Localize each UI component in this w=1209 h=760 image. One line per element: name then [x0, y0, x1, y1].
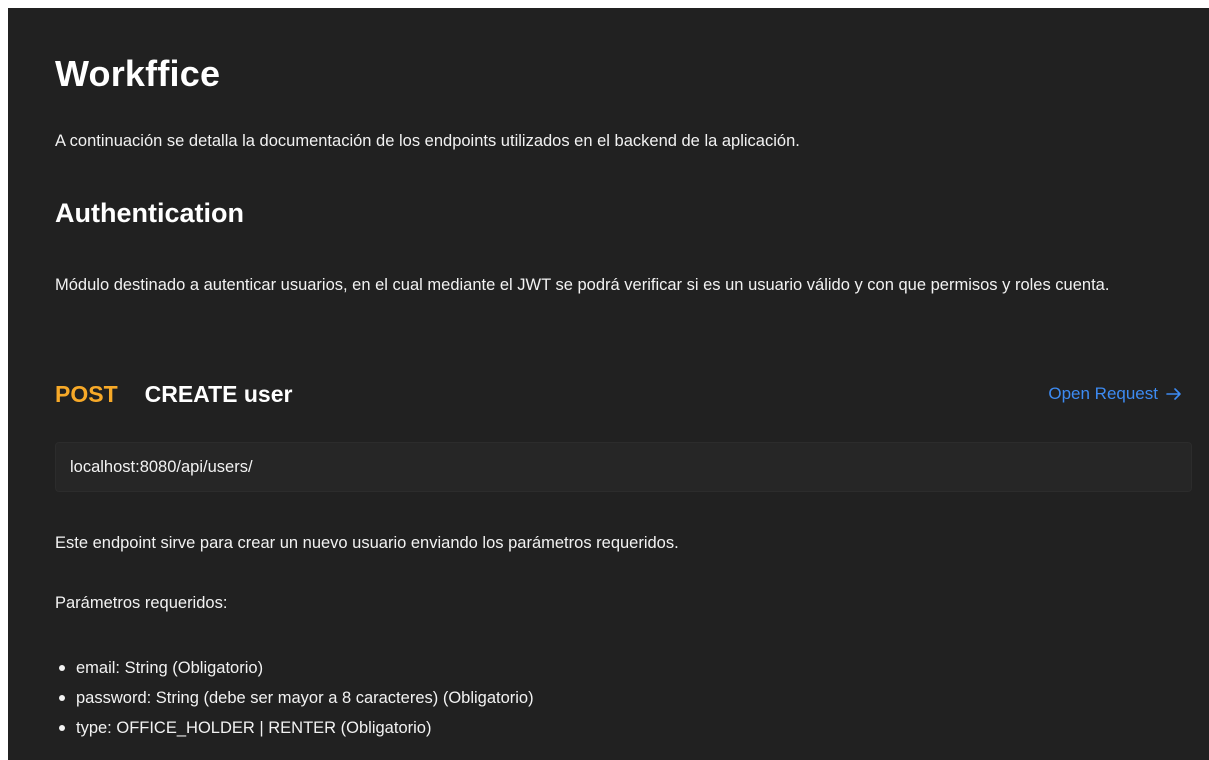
- request-url[interactable]: localhost:8080/api/users/: [70, 458, 253, 477]
- http-method-badge: POST: [55, 380, 118, 407]
- param-text: type: OFFICE_HOLDER | RENTER (Obligatori…: [76, 719, 432, 737]
- open-request-link[interactable]: Open Request: [1048, 384, 1182, 404]
- request-url-box[interactable]: localhost:8080/api/users/: [55, 442, 1192, 492]
- param-text: email: String (Obligatorio): [76, 659, 264, 677]
- section-description: Módulo destinado a autenticar usuarios, …: [55, 276, 1110, 294]
- params-label: Parámetros requeridos:: [55, 594, 228, 612]
- open-request-label: Open Request: [1048, 384, 1158, 403]
- bullet-icon: [59, 725, 65, 731]
- endpoint-description: Este endpoint sirve para crear un nuevo …: [55, 534, 679, 552]
- section-title: Authentication: [55, 198, 244, 228]
- param-text: password: String (debe ser mayor a 8 car…: [76, 689, 534, 707]
- documentation-panel: Workffice A continuación se detalla la d…: [8, 8, 1209, 760]
- list-item: email: String (Obligatorio): [55, 653, 534, 683]
- list-item: type: OFFICE_HOLDER | RENTER (Obligatori…: [55, 713, 534, 743]
- bullet-icon: [59, 665, 65, 671]
- list-item: password: String (debe ser mayor a 8 car…: [55, 683, 534, 713]
- page-title: Workffice: [55, 53, 221, 94]
- arrow-right-icon: [1166, 388, 1181, 400]
- endpoint-name: CREATE user: [144, 380, 293, 407]
- params-list: email: String (Obligatorio) password: St…: [55, 653, 534, 743]
- intro-text: A continuación se detalla la documentaci…: [55, 132, 800, 150]
- endpoint-header: POST CREATE user Open Request: [55, 374, 1182, 414]
- bullet-icon: [59, 695, 65, 701]
